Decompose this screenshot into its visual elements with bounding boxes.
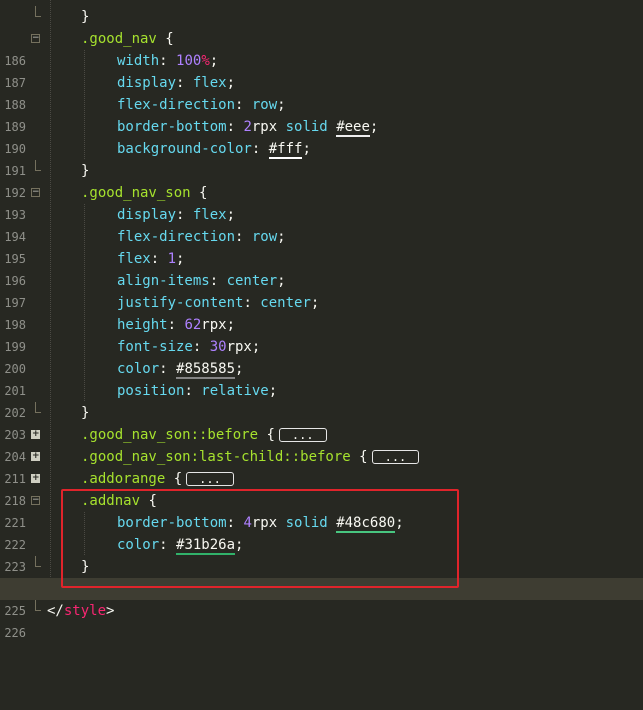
- folded-code-placeholder[interactable]: ...: [278, 428, 327, 442]
- expand-fold-icon[interactable]: +: [31, 430, 40, 439]
- code-line[interactable]: 218 + .addorange {...: [0, 468, 643, 508]
- fold-end-marker: [35, 402, 41, 413]
- code-line[interactable]: 194 display: flex;: [0, 204, 643, 244]
- code-line[interactable]: 186 − .good_nav {: [0, 28, 643, 68]
- fold-toggle-icon[interactable]: −: [31, 188, 40, 197]
- expand-fold-icon[interactable]: +: [31, 474, 40, 483]
- code-line[interactable]: 200 font-size: 30rpx;: [0, 336, 643, 376]
- folded-code-placeholder[interactable]: ...: [371, 450, 420, 464]
- code-line[interactable]: 226 </style>: [0, 600, 643, 640]
- expand-fold-icon[interactable]: +: [31, 452, 40, 461]
- fold-toggle-icon[interactable]: −: [31, 34, 40, 43]
- highlight-annotation-box: [61, 489, 459, 588]
- fold-end-marker: [35, 6, 41, 17]
- code-line[interactable]: 211 + .good_nav_son:last-child::before {…: [0, 446, 643, 486]
- code-line[interactable]: 187 width: 100%;: [0, 50, 643, 90]
- code-line[interactable]: }: [0, 6, 643, 28]
- code-line[interactable]: 188 display: flex;: [0, 72, 643, 112]
- code-editor[interactable]: } 186 − .good_nav { 187 width: 100%; 188…: [0, 0, 643, 640]
- code-line[interactable]: 199 height: 62rpx;: [0, 314, 643, 354]
- code-line[interactable]: 189 flex-direction: row;: [0, 94, 643, 134]
- code-line[interactable]: 198 justify-content: center;: [0, 292, 643, 332]
- fold-end-marker: [35, 160, 41, 171]
- fold-end-marker: [35, 556, 41, 567]
- code-line[interactable]: 193 − .good_nav_son {: [0, 182, 643, 222]
- color-swatch-underline: #fff: [268, 141, 303, 159]
- fold-toggle-icon[interactable]: −: [31, 496, 40, 505]
- code-line[interactable]: 202 position: relative;: [0, 380, 643, 420]
- code-line[interactable]: 196 flex: 1;: [0, 248, 643, 288]
- code-line[interactable]: 191 background-color: #fff;: [0, 138, 643, 178]
- color-swatch-underline: #858585: [176, 361, 236, 379]
- fold-end-marker: [35, 600, 41, 611]
- code-line[interactable]: 190 border-bottom: 2rpx solid #eee;: [0, 116, 643, 156]
- code-line[interactable]: 203 }: [0, 402, 643, 442]
- code-line[interactable]: 192 }: [0, 160, 643, 200]
- code-line[interactable]: 204 + .good_nav_son::before {...: [0, 424, 643, 464]
- code-line[interactable]: 195 flex-direction: row;: [0, 226, 643, 266]
- color-swatch-underline: #eee: [336, 119, 370, 137]
- line-number: 226: [4, 626, 26, 640]
- code-line[interactable]: 197 align-items: center;: [0, 270, 643, 310]
- code-line[interactable]: 201 color: #858585;: [0, 358, 643, 398]
- folded-code-placeholder[interactable]: ...: [186, 472, 234, 486]
